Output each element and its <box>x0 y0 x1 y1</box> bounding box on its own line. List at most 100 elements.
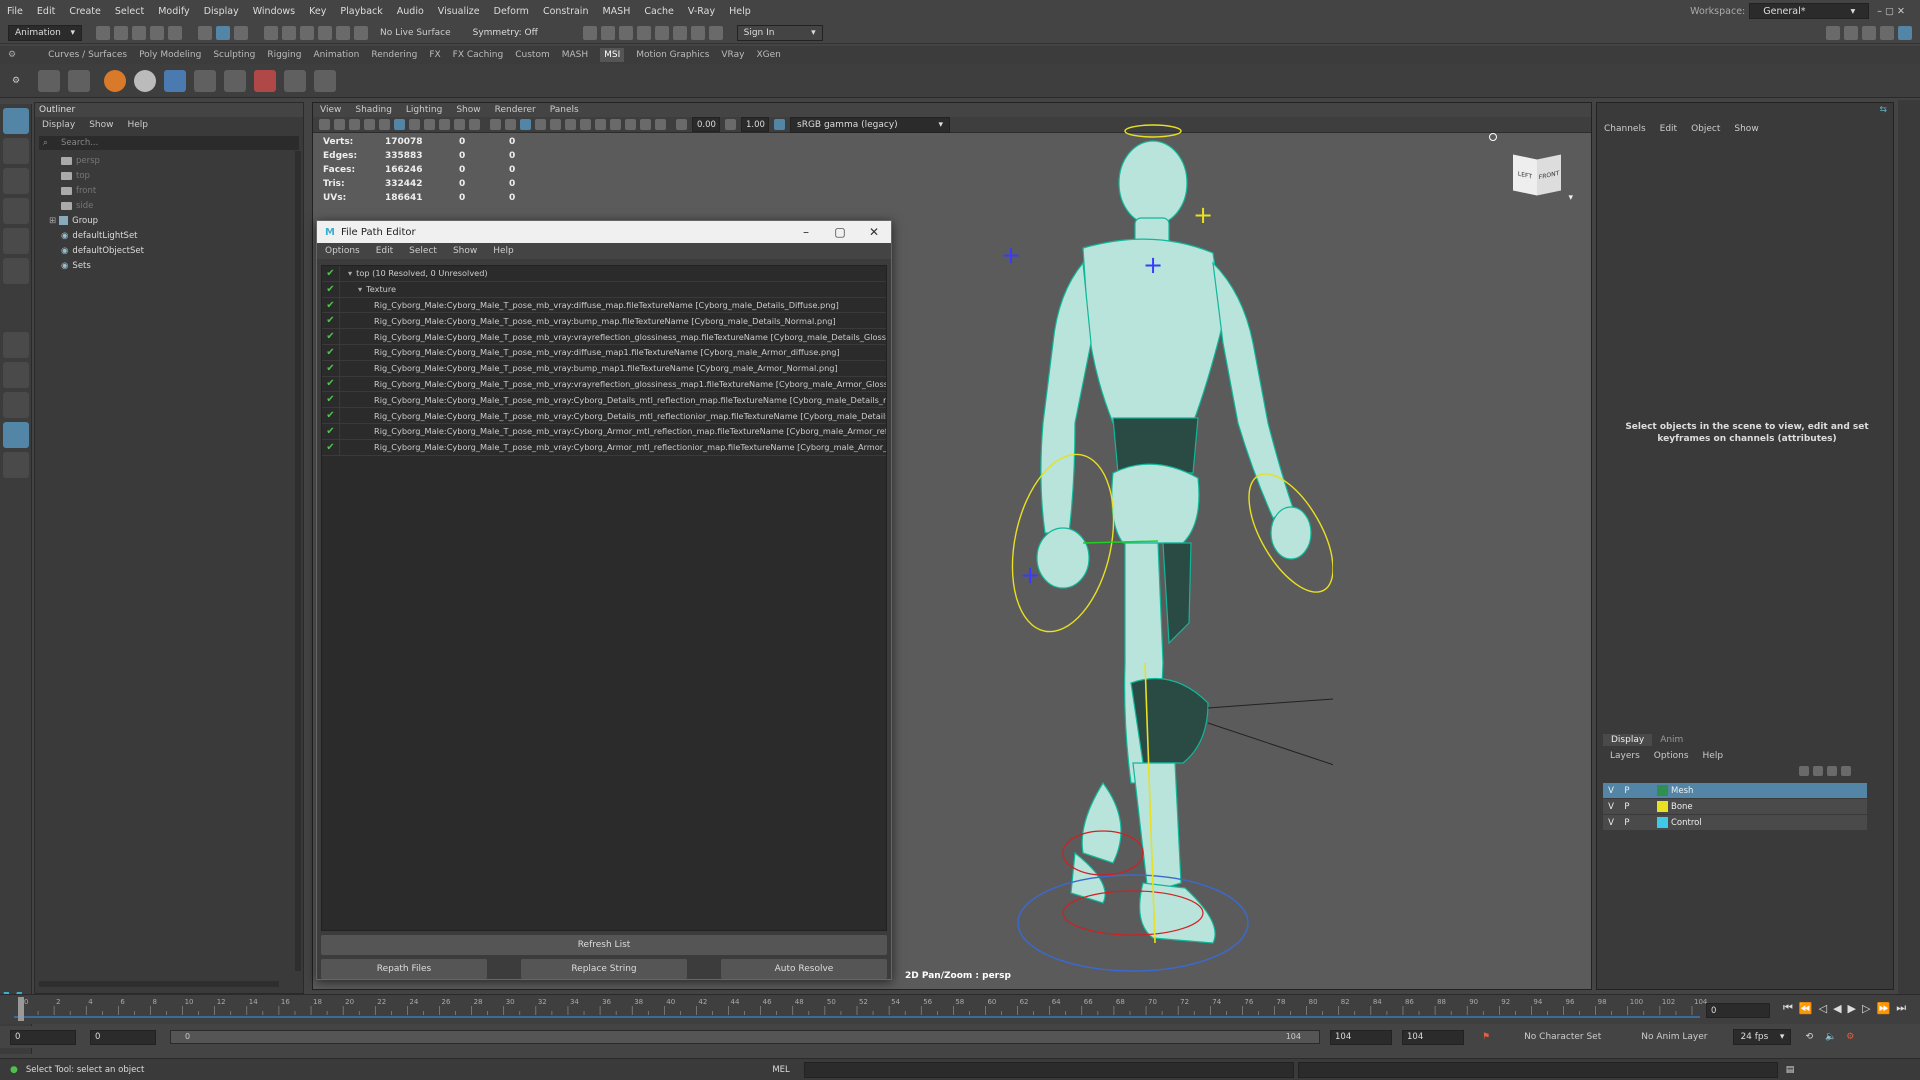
minimize-icon[interactable]: – <box>789 225 823 239</box>
list-category-row[interactable]: ✔ ▾ Texture <box>322 281 886 298</box>
wireframe-on-shaded-icon[interactable] <box>520 119 531 130</box>
view-cube-menu-icon[interactable]: ▾ <box>1568 193 1573 203</box>
menu-file[interactable]: File <box>7 6 23 17</box>
go-to-end-icon[interactable]: ⏭ <box>1896 1001 1906 1015</box>
render-sequence-icon[interactable] <box>600 25 615 40</box>
undo-icon[interactable] <box>150 25 164 40</box>
animation-end-field[interactable]: 104 <box>1402 1029 1464 1045</box>
step-forward-frame-icon[interactable]: ▷ <box>1862 1002 1870 1015</box>
step-back-frame-icon[interactable]: ◁ <box>1819 1002 1827 1015</box>
playback-end-field[interactable]: 104 <box>1330 1029 1392 1045</box>
script-icon[interactable] <box>38 69 61 92</box>
fpe-menu-options[interactable]: Options <box>325 246 360 256</box>
snap-surface-icon[interactable] <box>336 25 350 40</box>
channel-menu-channels[interactable]: Channels <box>1604 124 1646 134</box>
outliner-search-input[interactable]: ⌕ Search... <box>39 136 299 150</box>
fps-dropdown[interactable]: 24 fps ▾ <box>1733 1029 1792 1045</box>
viewport-menu-renderer[interactable]: Renderer <box>495 105 536 115</box>
shelf-tab-curves-surfaces[interactable]: Curves / Surfaces <box>48 50 127 60</box>
menu-key[interactable]: Key <box>309 6 326 17</box>
outliner-scrollbar[interactable] <box>295 151 301 971</box>
list-root-row[interactable]: ✔ ▾ top (10 Resolved, 0 Unresolved) <box>322 266 886 282</box>
layer-visibility-toggle[interactable]: V <box>1603 802 1619 812</box>
gate-mask-icon[interactable] <box>424 119 435 130</box>
menu-audio[interactable]: Audio <box>397 6 424 17</box>
menu-select[interactable]: Select <box>115 6 144 17</box>
outliner-menu-help[interactable]: Help <box>127 120 148 130</box>
outliner-menu-show[interactable]: Show <box>89 120 113 130</box>
material-sphere-icon[interactable] <box>104 69 127 92</box>
layer-row-mesh[interactable]: V P Mesh <box>1603 783 1867 798</box>
current-time-indicator[interactable] <box>18 997 24 1021</box>
grid-toggle-icon[interactable] <box>379 119 390 130</box>
viewport-menu-view[interactable]: View <box>320 105 341 115</box>
shelf-tab-msi[interactable]: MSI <box>600 48 625 62</box>
time-slider[interactable]: 0 2 4 6 8 10 12 14 16 18 20 22 24 26 28 30 32 34 36 38 40 42 4… <box>0 994 1920 1024</box>
shelf-tab-rigging[interactable]: Rigging <box>267 50 301 60</box>
file-path-row[interactable]: ✔ Rig_Cyborg_Male:Cyborg_Male_T_pose_mb_v… <box>322 392 886 409</box>
playback-start-field[interactable]: 0 <box>90 1029 156 1045</box>
file-path-row[interactable]: ✔ Rig_Cyborg_Male:Cyborg_Male_T_pose_mb_v… <box>322 360 886 377</box>
shelf-tab-vray[interactable]: VRay <box>721 50 744 60</box>
snap-edge-icon[interactable] <box>354 25 368 40</box>
ctrl-tool-icon[interactable] <box>314 69 337 92</box>
ipr-render-icon[interactable] <box>618 25 633 40</box>
channel-menu-object[interactable]: Object <box>1691 124 1720 134</box>
camera-attributes-icon[interactable] <box>334 119 345 130</box>
snap-grid-icon[interactable] <box>264 25 278 40</box>
command-input[interactable] <box>803 1061 1294 1078</box>
smooth-shade-icon[interactable] <box>505 119 516 130</box>
snap-point-icon[interactable] <box>300 25 314 40</box>
expand-arrow-icon[interactable]: ▾ <box>358 284 362 294</box>
xray-joints-icon[interactable] <box>595 119 606 130</box>
snap-view-icon[interactable] <box>318 25 332 40</box>
viewport-menu-shading[interactable]: Shading <box>355 105 392 115</box>
fpe-menu-edit[interactable]: Edit <box>376 246 393 256</box>
menu-v-ray[interactable]: V-Ray <box>688 6 715 17</box>
fpe-menu-help[interactable]: Help <box>493 246 514 256</box>
animation-start-field[interactable]: 0 <box>10 1029 76 1045</box>
layer-row-bone[interactable]: V P Bone <box>1603 799 1867 814</box>
tool-settings-icon[interactable] <box>1880 25 1894 40</box>
new-empty-layer-icon[interactable] <box>1827 766 1837 776</box>
shelf-tab-fx[interactable]: FX <box>429 50 440 60</box>
safe-title-icon[interactable] <box>469 119 480 130</box>
channel-menu-show[interactable]: Show <box>1734 124 1758 134</box>
viewport-menu-show[interactable]: Show <box>456 105 480 115</box>
fpe-menu-select[interactable]: Select <box>409 246 437 256</box>
image-plane-icon[interactable] <box>364 119 375 130</box>
layer-playback-toggle[interactable]: P <box>1619 786 1635 796</box>
outliner-item-front[interactable]: front <box>49 183 303 198</box>
view-cube-front-face[interactable]: FRONT <box>1539 169 1560 180</box>
file-path-row[interactable]: ✔ Rig_Cyborg_Male:Cyborg_Male_T_pose_mb_v… <box>322 344 886 361</box>
grid-tool-icon[interactable] <box>164 69 187 92</box>
character-set-label[interactable]: No Character Set <box>1524 1032 1601 1042</box>
symmetry-dropdown[interactable]: Symmetry: Off <box>466 24 567 41</box>
shelf-tab-sculpting[interactable]: Sculpting <box>213 50 255 60</box>
lasso-tool-icon[interactable] <box>3 138 29 164</box>
menu-edit[interactable]: Edit <box>37 6 55 17</box>
layer-tab-display[interactable]: Display <box>1603 734 1653 746</box>
channel-menu-edit[interactable]: Edit <box>1660 124 1677 134</box>
single-view-layout-icon[interactable] <box>3 332 29 358</box>
file-path-row[interactable]: ✔ Rig_Cyborg_Male:Cyborg_Male_T_pose_mb_v… <box>322 423 886 440</box>
file-path-row[interactable]: ✔ Rig_Cyborg_Male:Cyborg_Male_T_pose_mb_v… <box>322 329 886 345</box>
depth-of-field-icon[interactable] <box>640 119 651 130</box>
sound-icon[interactable]: 🔈 <box>1825 1032 1836 1042</box>
scale-tool-icon[interactable] <box>3 258 29 284</box>
time-slider-ruler[interactable]: 0 2 4 6 8 10 12 14 16 18 20 22 24 26 28 30 32 34 36 38 40 42 4… <box>14 995 1714 1025</box>
outliner-item-defaultobjectset[interactable]: ◉ defaultObjectSet <box>49 243 303 258</box>
expand-plus-icon[interactable]: ⊞ <box>49 216 56 226</box>
layer-menu-layers[interactable]: Layers <box>1610 751 1640 761</box>
menu-windows[interactable]: Windows <box>253 6 295 17</box>
fpe-menu-show[interactable]: Show <box>453 246 477 256</box>
select-tool-icon[interactable] <box>3 108 29 134</box>
cube-tool-icon[interactable] <box>224 69 247 92</box>
menu-constrain[interactable]: Constrain <box>543 6 589 17</box>
close-icon[interactable]: ✕ <box>857 225 891 239</box>
menu-playback[interactable]: Playback <box>340 6 382 17</box>
refresh-list-button[interactable]: Refresh List <box>321 935 887 955</box>
shelf-tab-mash[interactable]: MASH <box>562 50 588 60</box>
four-view-layout-icon[interactable] <box>3 362 29 388</box>
layer-color-swatch[interactable] <box>1657 817 1668 828</box>
